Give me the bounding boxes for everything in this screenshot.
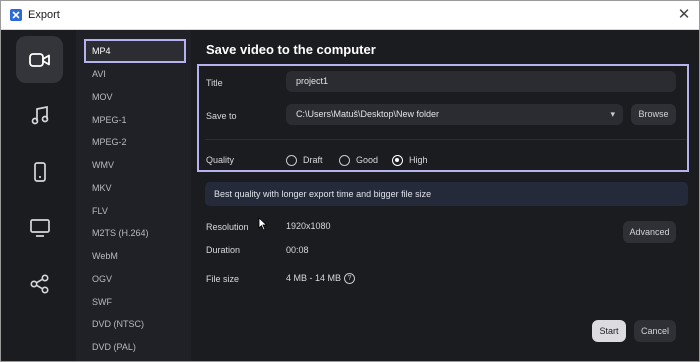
monitor-icon[interactable] [16, 204, 63, 251]
video-icon[interactable] [16, 36, 63, 83]
save-to-path: C:\Users\Matuš\Desktop\New folder [296, 109, 440, 119]
title-bar: Export ✕ [1, 1, 699, 30]
close-icon[interactable]: ✕ [675, 6, 693, 24]
quality-hint: Best quality with longer export time and… [205, 182, 688, 206]
radio-off-icon [339, 154, 350, 166]
format-item-dvd-pal[interactable]: DVD (PAL) [86, 336, 186, 358]
format-item-webm[interactable]: WebM [86, 245, 186, 267]
start-button[interactable]: Start [592, 320, 626, 342]
mouse-cursor-icon [258, 217, 268, 236]
save-to-dropdown[interactable]: C:\Users\Matuš\Desktop\New folder ▾ [286, 104, 623, 125]
duration-label: Duration [206, 245, 241, 255]
format-item-ogv[interactable]: OGV [86, 268, 186, 290]
phone-icon[interactable] [16, 148, 63, 195]
page-title: Save video to the computer [206, 42, 376, 57]
radio-label-good: Good [356, 155, 379, 165]
title-field[interactable]: project1 [286, 71, 676, 92]
category-sidebar [1, 30, 76, 361]
radio-off-icon [286, 154, 297, 166]
resolution-label: Resolution [206, 222, 249, 232]
divider [205, 139, 687, 140]
cancel-button[interactable]: Cancel [634, 320, 676, 342]
quality-draft-radio[interactable]: Draft [286, 154, 323, 166]
help-icon[interactable]: ? [344, 273, 355, 284]
format-item-mpeg1[interactable]: MPEG-1 [86, 109, 186, 131]
music-icon[interactable] [16, 92, 63, 139]
quality-good-radio[interactable]: Good [339, 154, 378, 166]
format-item-wmv[interactable]: WMV [86, 154, 186, 176]
radio-label-high: High [409, 155, 428, 165]
window-title: Export [28, 9, 60, 21]
format-item-m2ts[interactable]: M2TS (H.264) [86, 222, 186, 244]
format-item-flv[interactable]: FLV [86, 200, 186, 222]
share-icon[interactable] [16, 260, 63, 307]
export-settings-panel: Save video to the computer Title project… [191, 30, 699, 361]
format-item-mkv[interactable]: MKV [86, 177, 186, 199]
save-to-label: Save to [206, 111, 237, 121]
export-window: Export ✕ MP4 AVI MOV MPEG-1 MPEG-2 WMV M… [0, 0, 700, 362]
format-item-mpeg2[interactable]: MPEG-2 [86, 131, 186, 153]
format-item-avi[interactable]: AVI [86, 63, 186, 85]
radio-on-icon [392, 154, 403, 166]
format-item-mov[interactable]: MOV [86, 86, 186, 108]
browse-button[interactable]: Browse [631, 104, 676, 125]
advanced-button[interactable]: Advanced [623, 221, 676, 243]
format-item-dvd-ntsc[interactable]: DVD (NTSC) [86, 313, 186, 335]
filesize-label: File size [206, 274, 240, 284]
format-item-swf[interactable]: SWF [86, 291, 186, 313]
quality-high-radio[interactable]: High [392, 154, 428, 166]
quality-label: Quality [206, 155, 235, 165]
resolution-value: 1920x1080 [286, 221, 331, 231]
radio-label-draft: Draft [303, 155, 323, 165]
duration-value: 00:08 [286, 245, 309, 255]
title-label: Title [206, 78, 223, 88]
app-icon [10, 9, 22, 21]
format-list: MP4 AVI MOV MPEG-1 MPEG-2 WMV MKV FLV M2… [76, 30, 191, 361]
filesize-value: 4 MB - 14 MB [286, 273, 342, 283]
chevron-down-icon: ▾ [610, 109, 615, 119]
format-item-mp4[interactable]: MP4 [84, 39, 186, 63]
